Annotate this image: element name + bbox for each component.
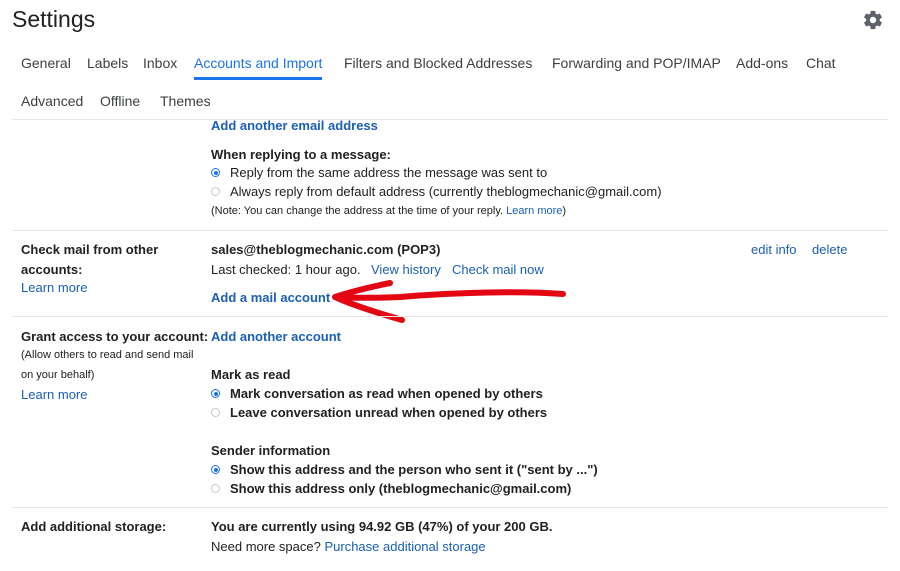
reply-default-address-label: Always reply from default address (curre… (230, 184, 662, 199)
pop3-account: sales@theblogmechanic.com (POP3) (211, 242, 441, 257)
check-mail-label: Check mail from other (21, 242, 159, 257)
reply-same-address-label: Reply from the same address the message … (230, 165, 548, 180)
tab-forwarding[interactable]: Forwarding and POP/IMAP (552, 55, 721, 71)
storage-label: Add additional storage: (21, 519, 167, 534)
check-mail-label-line2: accounts: (21, 262, 83, 277)
grant-access-learn-more-link[interactable]: Learn more (21, 387, 87, 402)
check-mail-learn-more-link[interactable]: Learn more (21, 280, 87, 295)
gear-icon[interactable] (862, 9, 884, 31)
leave-unread-label: Leave conversation unread when opened by… (230, 405, 548, 420)
storage-usage: You are currently using 94.92 GB (47%) o… (211, 519, 553, 534)
reply-default-address-radio[interactable] (211, 187, 220, 196)
purchase-storage-link[interactable]: Purchase additional storage (324, 539, 485, 554)
tab-advanced[interactable]: Advanced (21, 93, 83, 109)
reply-note-learn-more-link[interactable]: Learn more (506, 205, 562, 217)
grant-access-desc-line2: on your behalf) (21, 369, 95, 381)
grant-access-label: Grant access to your account: (21, 329, 209, 344)
tab-filters[interactable]: Filters and Blocked Addresses (344, 55, 532, 71)
section-divider (12, 316, 888, 317)
add-mail-account-link[interactable]: Add a mail account (211, 290, 330, 305)
section-divider (12, 507, 888, 508)
edit-info-link[interactable]: edit info (751, 242, 797, 257)
grant-access-desc: (Allow others to read and send mail (21, 349, 194, 361)
tab-offline[interactable]: Offline (100, 93, 140, 109)
section-divider (12, 230, 888, 231)
tab-general[interactable]: General (21, 55, 71, 71)
show-address-only-radio[interactable] (211, 484, 220, 493)
leave-unread-radio[interactable] (211, 408, 220, 417)
add-email-address-link[interactable]: Add another email address (211, 118, 378, 133)
delete-link[interactable]: delete (812, 242, 847, 257)
tab-accounts-and-import[interactable]: Accounts and Import (194, 55, 322, 71)
tab-inbox[interactable]: Inbox (143, 55, 177, 71)
reply-heading: When replying to a message: (211, 147, 391, 162)
active-tab-indicator (194, 77, 322, 80)
need-more-space: Need more space? Purchase additional sto… (211, 539, 486, 554)
add-another-account-link[interactable]: Add another account (211, 329, 341, 344)
page-title: Settings (12, 6, 96, 32)
view-history-link[interactable]: View history (371, 262, 441, 277)
show-address-only-label: Show this address only (theblogmechanic@… (230, 481, 572, 496)
last-checked: Last checked: 1 hour ago. (211, 262, 361, 277)
check-mail-now-link[interactable]: Check mail now (452, 262, 544, 277)
mark-read-label: Mark conversation as read when opened by… (230, 386, 543, 401)
tab-add-ons[interactable]: Add-ons (736, 55, 788, 71)
tab-labels[interactable]: Labels (87, 55, 128, 71)
tab-chat[interactable]: Chat (806, 55, 836, 71)
sender-info-heading: Sender information (211, 443, 331, 458)
mark-read-radio[interactable] (211, 389, 220, 398)
reply-same-address-radio[interactable] (211, 168, 220, 177)
mark-as-read-heading: Mark as read (211, 367, 291, 382)
tab-themes[interactable]: Themes (160, 93, 211, 109)
show-sent-by-radio[interactable] (211, 465, 220, 474)
annotation-arrow-icon (332, 280, 566, 323)
show-sent-by-label: Show this address and the person who sen… (230, 462, 598, 477)
tabs-divider (12, 119, 888, 120)
reply-note: (Note: You can change the address at the… (211, 205, 567, 217)
